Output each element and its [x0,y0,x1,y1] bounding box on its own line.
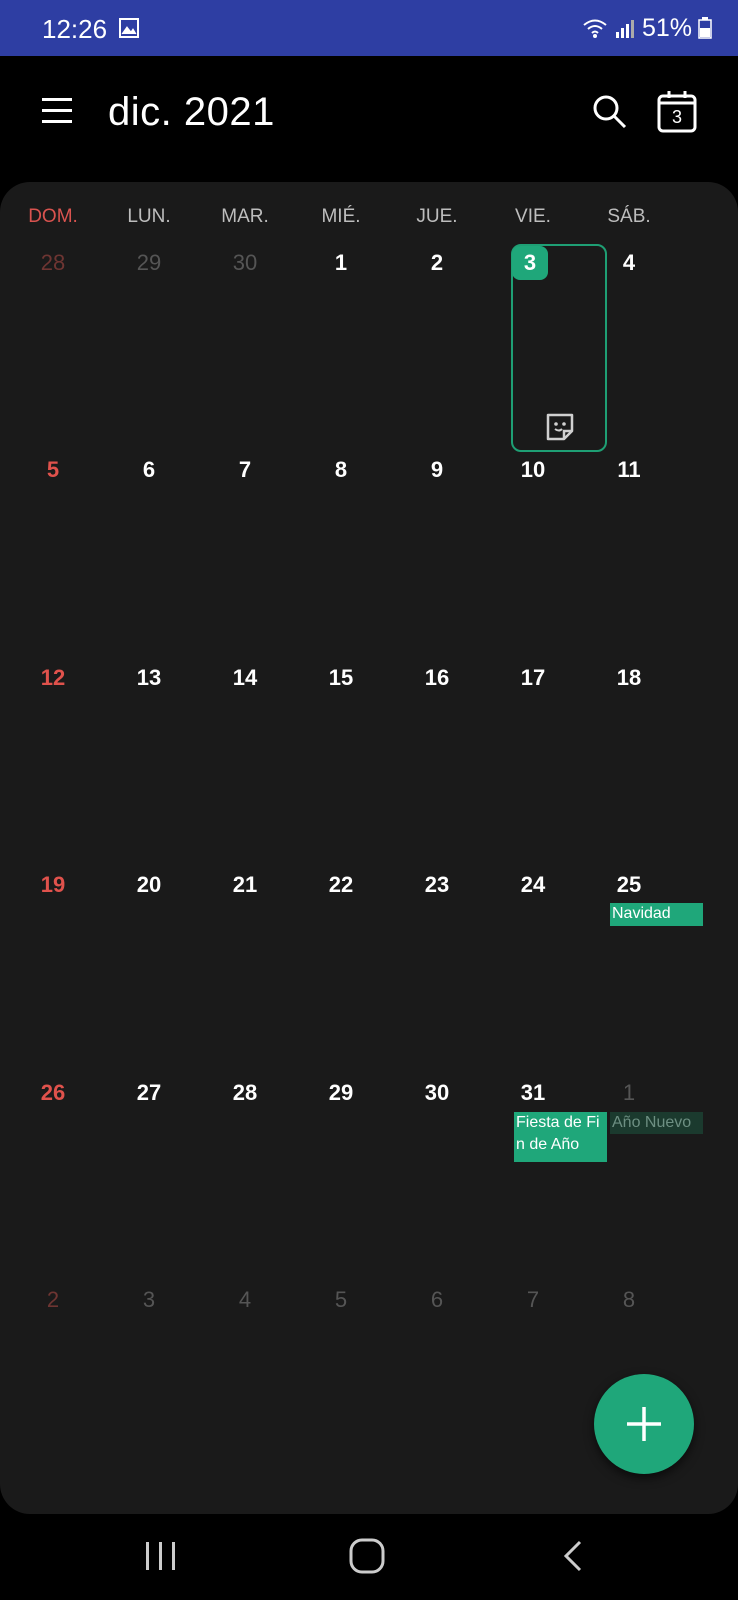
day-cell[interactable]: 4 [197,1287,293,1313]
month-grid: DOM. LUN. MAR. MIÉ. JUE. VIE. SÁB. 28 29… [0,182,738,1514]
day-cell[interactable]: 13 [101,665,197,691]
weekday-label: MIÉ. [321,206,361,227]
day-cell[interactable]: 29 [101,250,197,276]
day-cell[interactable]: 14 [197,665,293,691]
signal-icon [615,20,634,38]
plus-icon [627,1407,661,1441]
today-date-badge[interactable]: 3 [512,246,548,280]
day-cell[interactable]: 18 [581,665,677,691]
day-cell[interactable]: 4 [581,250,677,276]
day-cell[interactable]: 8 [581,1287,677,1313]
battery-percent: 51% [641,13,692,42]
day-cell[interactable]: 23 [389,872,485,898]
day-cell[interactable]: 10 [485,457,581,483]
day-cell[interactable]: 22 [293,872,389,898]
weekday-label: VIE. [515,206,551,227]
today-button[interactable]: 3 [656,90,698,134]
search-icon[interactable] [590,92,630,132]
day-cell[interactable]: 26 [5,1080,101,1106]
day-cell[interactable]: 7 [485,1287,581,1313]
day-cell[interactable]: 28 [197,1080,293,1106]
day-cell[interactable]: 1 [293,250,389,276]
day-cell[interactable]: 6 [389,1287,485,1313]
event-chip[interactable]: Fiesta de Fin de Año [514,1112,607,1162]
image-notification-icon [119,18,139,38]
day-cell[interactable]: 12 [5,665,101,691]
day-cell[interactable]: 5 [5,457,101,483]
weekday-label: DOM. [28,206,78,227]
status-icons: 51% [582,14,712,42]
home-icon[interactable] [342,1534,392,1578]
day-cell[interactable]: 3 [101,1287,197,1313]
app-bar: dic. 2021 3 [0,56,738,172]
day-cell[interactable]: 2 [5,1287,101,1313]
month-title[interactable]: dic. 2021 [108,90,275,135]
day-cell[interactable]: 30 [389,1080,485,1106]
day-cell[interactable]: 30 [197,250,293,276]
day-cell[interactable]: 27 [101,1080,197,1106]
day-cell[interactable]: 11 [581,457,677,483]
weekday-label: JUE. [416,206,458,227]
day-cell[interactable]: 19 [5,872,101,898]
hamburger-icon[interactable] [40,94,74,128]
day-cell[interactable]: 29 [293,1080,389,1106]
wifi-icon [583,19,607,38]
day-cell[interactable]: 20 [101,872,197,898]
day-cell[interactable]: 9 [389,457,485,483]
sticker-icon[interactable] [543,410,577,444]
day-cell[interactable]: 1 [581,1080,677,1106]
day-cell[interactable]: 24 [485,872,581,898]
add-event-button[interactable] [594,1374,694,1474]
event-chip[interactable]: Navidad [610,903,703,926]
day-cell[interactable]: 25 [581,872,677,898]
day-cell[interactable]: 31 [485,1080,581,1106]
status-bar: 12:26 51% [0,0,738,56]
event-chip[interactable]: Año Nuevo [610,1112,703,1134]
day-cell[interactable]: 8 [293,457,389,483]
day-cell[interactable]: 7 [197,457,293,483]
day-cell[interactable]: 5 [293,1287,389,1313]
day-cell[interactable]: 2 [389,250,485,276]
battery-icon [698,17,712,39]
weekday-label: SÁB. [607,206,651,227]
day-cell[interactable]: 17 [485,665,581,691]
weekday-label: MAR. [221,206,269,227]
status-time: 12:26 [42,14,108,44]
day-cell[interactable]: 15 [293,665,389,691]
day-cell[interactable]: 28 [5,250,101,276]
day-cell[interactable]: 6 [101,457,197,483]
weekday-header: DOM. LUN. MAR. MIÉ. JUE. VIE. SÁB. [0,206,738,236]
weekday-label: LUN. [127,206,171,227]
system-navigation-bar [0,1514,738,1600]
back-icon[interactable] [548,1534,598,1578]
day-cell[interactable]: 16 [389,665,485,691]
recent-apps-icon[interactable] [136,1534,186,1578]
day-cell[interactable]: 21 [197,872,293,898]
today-button-day: 3 [671,107,682,127]
